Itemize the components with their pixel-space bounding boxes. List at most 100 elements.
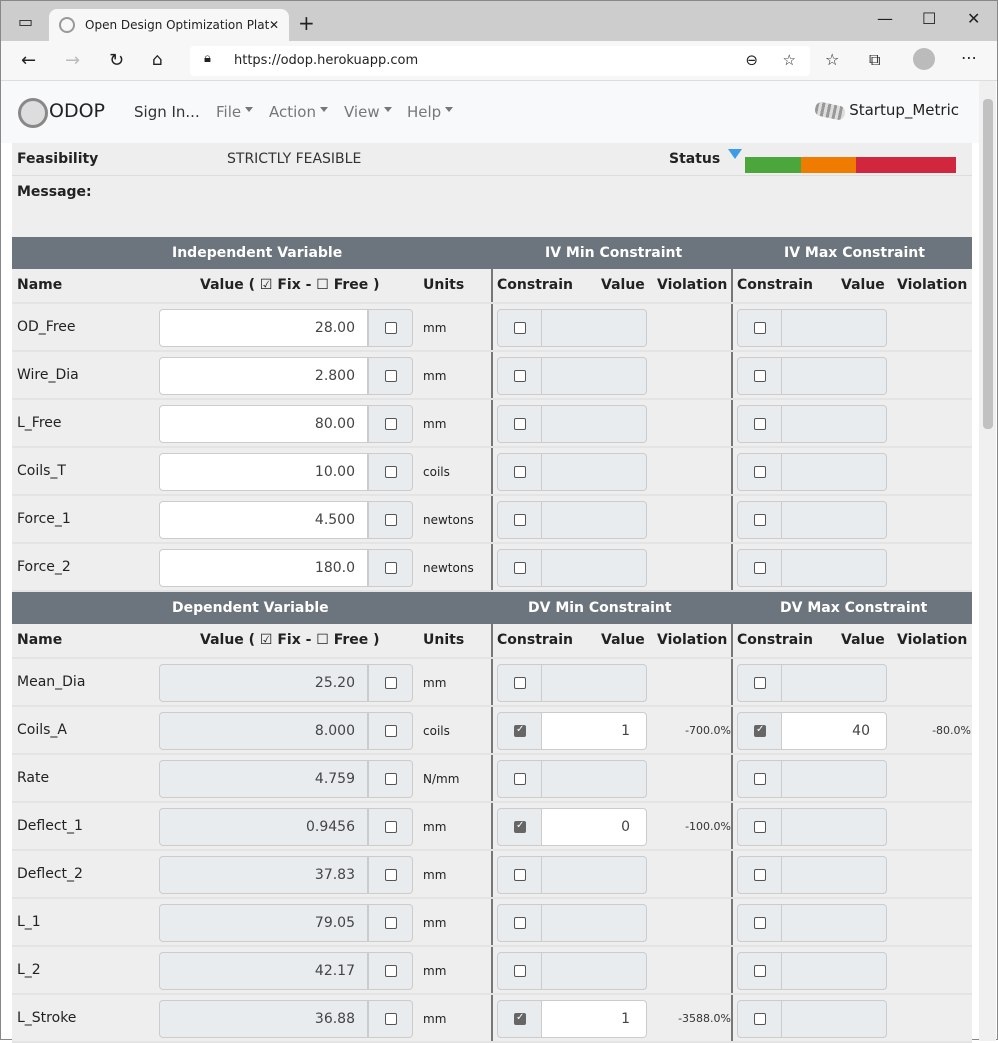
min-constrain-checkbox[interactable] xyxy=(497,549,542,587)
checkbox-icon[interactable] xyxy=(754,562,766,574)
min-constraint-value[interactable] xyxy=(542,904,647,942)
min-constraint-value[interactable]: 1 xyxy=(542,712,647,750)
checkbox-icon[interactable] xyxy=(385,869,397,881)
max-constrain-checkbox[interactable] xyxy=(737,549,782,587)
back-icon[interactable]: ← xyxy=(21,50,36,71)
max-constraint-value[interactable] xyxy=(782,453,887,491)
min-constrain-checkbox[interactable] xyxy=(497,712,542,750)
max-constraint-value[interactable] xyxy=(782,309,887,347)
min-constraint-value[interactable]: 1 xyxy=(542,1000,647,1038)
max-constraint-value[interactable] xyxy=(782,952,887,990)
max-constraint-value[interactable] xyxy=(782,1000,887,1038)
menu-file[interactable]: File xyxy=(216,103,253,121)
max-constrain-checkbox[interactable] xyxy=(737,405,782,443)
refresh-icon[interactable]: ↻ xyxy=(109,50,124,71)
fix-checkbox[interactable] xyxy=(368,405,413,443)
zoom-icon[interactable]: ⊖ xyxy=(745,51,758,69)
max-constraint-value[interactable] xyxy=(782,856,887,894)
checkbox-icon[interactable] xyxy=(754,917,766,929)
checkbox-icon[interactable] xyxy=(385,965,397,977)
checkbox-icon[interactable] xyxy=(385,466,397,478)
fix-checkbox[interactable] xyxy=(368,664,413,702)
checkbox-icon[interactable] xyxy=(514,322,526,334)
min-constraint-value[interactable]: 0 xyxy=(542,808,647,846)
min-constraint-value[interactable] xyxy=(542,549,647,587)
profile-avatar[interactable] xyxy=(913,48,935,70)
checkbox-icon[interactable] xyxy=(514,677,526,689)
checkbox-icon[interactable] xyxy=(385,773,397,785)
checkbox-icon[interactable] xyxy=(754,322,766,334)
fix-checkbox[interactable] xyxy=(368,501,413,539)
min-constrain-checkbox[interactable] xyxy=(497,760,542,798)
value-input[interactable]: 4.500 xyxy=(159,501,368,539)
checkbox-icon[interactable] xyxy=(754,370,766,382)
fix-checkbox[interactable] xyxy=(368,549,413,587)
min-constraint-value[interactable] xyxy=(542,453,647,491)
close-window-icon[interactable]: ✕ xyxy=(967,9,980,28)
fix-checkbox[interactable] xyxy=(368,1000,413,1038)
checkbox-icon[interactable] xyxy=(514,466,526,478)
checkbox-icon[interactable] xyxy=(754,1013,766,1025)
max-constraint-value[interactable]: 40 xyxy=(782,712,887,750)
checkbox-icon[interactable] xyxy=(385,917,397,929)
fix-checkbox[interactable] xyxy=(368,904,413,942)
max-constraint-value[interactable] xyxy=(782,357,887,395)
max-constrain-checkbox[interactable] xyxy=(737,760,782,798)
min-constrain-checkbox[interactable] xyxy=(497,808,542,846)
min-constrain-checkbox[interactable] xyxy=(497,856,542,894)
checkbox-icon[interactable] xyxy=(385,418,397,430)
checkbox-icon[interactable] xyxy=(754,965,766,977)
max-constrain-checkbox[interactable] xyxy=(737,808,782,846)
fix-checkbox[interactable] xyxy=(368,309,413,347)
min-constraint-value[interactable] xyxy=(542,405,647,443)
min-constraint-value[interactable] xyxy=(542,357,647,395)
fix-checkbox[interactable] xyxy=(368,453,413,491)
new-tab-icon[interactable]: + xyxy=(298,11,315,35)
min-constraint-value[interactable] xyxy=(542,501,647,539)
checkbox-icon[interactable] xyxy=(514,370,526,382)
fix-checkbox[interactable] xyxy=(368,952,413,990)
url-input[interactable]: 🔒︎ https://odop.herokuapp.com ⊖ ☆ xyxy=(190,46,810,76)
max-constrain-checkbox[interactable] xyxy=(737,712,782,750)
max-constrain-checkbox[interactable] xyxy=(737,856,782,894)
sidebar-toggle-icon[interactable]: ▭ xyxy=(18,12,33,31)
max-constrain-checkbox[interactable] xyxy=(737,357,782,395)
favorites-icon[interactable]: ☆ xyxy=(825,50,839,69)
checkbox-icon[interactable] xyxy=(754,466,766,478)
max-constraint-value[interactable] xyxy=(782,405,887,443)
checkbox-icon[interactable] xyxy=(385,322,397,334)
value-input[interactable]: 180.0 xyxy=(159,549,368,587)
checkbox-icon[interactable] xyxy=(385,514,397,526)
checkbox-icon[interactable] xyxy=(514,418,526,430)
min-constrain-checkbox[interactable] xyxy=(497,405,542,443)
checkbox-icon[interactable] xyxy=(385,677,397,689)
min-constraint-value[interactable] xyxy=(542,952,647,990)
min-constrain-checkbox[interactable] xyxy=(497,357,542,395)
checkbox-icon[interactable] xyxy=(385,1013,397,1025)
checkbox-icon[interactable] xyxy=(514,562,526,574)
fix-checkbox[interactable] xyxy=(368,357,413,395)
scrollbar-thumb[interactable] xyxy=(983,99,993,429)
min-constraint-value[interactable] xyxy=(542,309,647,347)
value-input[interactable]: 2.800 xyxy=(159,357,368,395)
home-icon[interactable]: ⌂ xyxy=(152,50,163,70)
checkbox-icon[interactable] xyxy=(754,514,766,526)
minimize-icon[interactable]: — xyxy=(877,9,893,28)
checkbox-icon[interactable] xyxy=(514,820,526,833)
close-tab-icon[interactable]: ✕ xyxy=(269,18,279,32)
menu-view[interactable]: View xyxy=(344,103,392,121)
fix-checkbox[interactable] xyxy=(368,760,413,798)
min-constrain-checkbox[interactable] xyxy=(497,664,542,702)
max-constraint-value[interactable] xyxy=(782,904,887,942)
menu-help[interactable]: Help xyxy=(407,103,453,121)
checkbox-icon[interactable] xyxy=(514,1012,526,1025)
checkbox-icon[interactable] xyxy=(754,677,766,689)
max-constrain-checkbox[interactable] xyxy=(737,664,782,702)
checkbox-icon[interactable] xyxy=(754,418,766,430)
checkbox-icon[interactable] xyxy=(514,724,526,737)
max-constrain-checkbox[interactable] xyxy=(737,309,782,347)
collections-icon[interactable]: ⧉ xyxy=(869,50,880,70)
checkbox-icon[interactable] xyxy=(385,725,397,737)
value-input[interactable]: 28.00 xyxy=(159,309,368,347)
max-constraint-value[interactable] xyxy=(782,760,887,798)
